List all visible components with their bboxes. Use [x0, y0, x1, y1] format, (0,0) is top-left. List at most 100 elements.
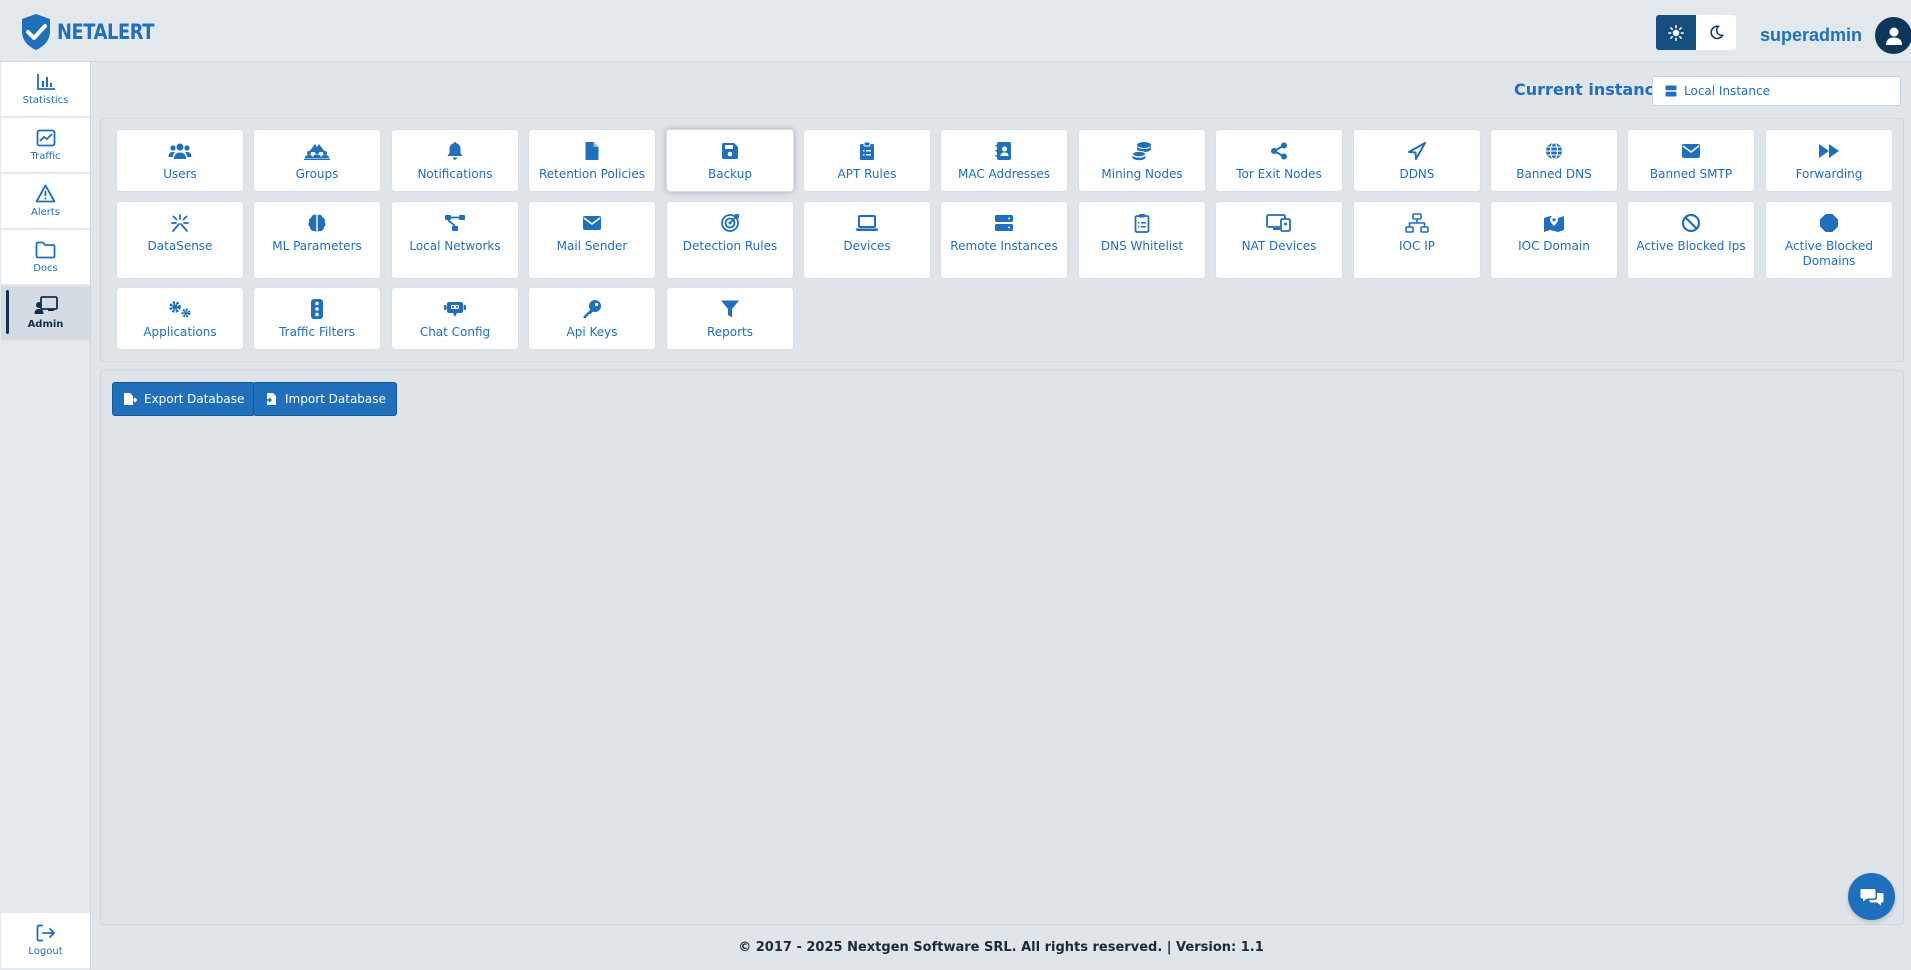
- sidebar-item-alerts[interactable]: Alerts: [1, 174, 90, 229]
- tile-api-keys[interactable]: Api Keys: [528, 287, 656, 350]
- tile-ioc-domain[interactable]: IOC Domain: [1490, 201, 1618, 279]
- tile-label: Backup: [708, 167, 752, 181]
- tile-tor-exit-nodes[interactable]: Tor Exit Nodes: [1215, 129, 1343, 192]
- address-book-icon: [995, 140, 1013, 162]
- tile-dns-whitelist[interactable]: DNS Whitelist: [1078, 201, 1206, 279]
- top-header: NETALERT superadmin: [0, 0, 1911, 62]
- export-database-button[interactable]: Export Database: [112, 382, 256, 416]
- tile-traffic-filters[interactable]: Traffic Filters: [253, 287, 381, 350]
- tile-label: Traffic Filters: [279, 325, 355, 339]
- tile-ddns[interactable]: DDNS: [1353, 129, 1481, 192]
- username: superadmin: [1760, 25, 1863, 45]
- tile-mail-sender[interactable]: Mail Sender: [528, 201, 656, 279]
- target-icon: [720, 212, 740, 234]
- sidebar-item-statistics[interactable]: Statistics: [1, 62, 90, 117]
- tile-groups[interactable]: Groups: [253, 129, 381, 192]
- dark-theme-button[interactable]: [1696, 15, 1736, 50]
- tile-label: Banned DNS: [1516, 167, 1592, 181]
- tile-retention-policies[interactable]: Retention Policies: [528, 129, 656, 192]
- ban-icon: [1681, 212, 1701, 234]
- tile-notifications[interactable]: Notifications: [391, 129, 519, 192]
- envelope-icon: [582, 212, 602, 234]
- admin-tile-panel: Users Groups Notifications Retention Polici…: [100, 118, 1904, 362]
- tile-label: IOC Domain: [1518, 239, 1590, 253]
- sidebar-item-label: Docs: [33, 262, 58, 274]
- logout-button[interactable]: Logout: [1, 913, 90, 969]
- tile-reports[interactable]: Reports: [666, 287, 794, 350]
- tile-devices[interactable]: Devices: [803, 201, 931, 279]
- tile-mac-addresses[interactable]: MAC Addresses: [940, 129, 1068, 192]
- tile-backup[interactable]: Backup: [666, 129, 794, 192]
- sidebar-item-label: Statistics: [22, 94, 69, 106]
- share-icon: [1270, 140, 1288, 162]
- sitemap-icon: [1405, 212, 1429, 234]
- tile-forwarding[interactable]: Forwarding: [1765, 129, 1893, 192]
- tile-nat-devices[interactable]: NAT Devices: [1215, 201, 1343, 279]
- bell-icon: [446, 140, 464, 162]
- comments-icon: [1860, 888, 1883, 905]
- tile-active-blocked-domains[interactable]: Active Blocked Domains: [1765, 201, 1893, 279]
- sidebar-item-label: Admin: [27, 319, 64, 330]
- tile-label: ML Parameters: [272, 239, 362, 253]
- import-database-button[interactable]: Import Database: [253, 382, 397, 416]
- tile-banned-smtp[interactable]: Banned SMTP: [1627, 129, 1755, 192]
- tile-chat-config[interactable]: Chat Config: [391, 287, 519, 350]
- warning-icon: [35, 184, 56, 203]
- chat-button[interactable]: [1848, 873, 1895, 920]
- line-chart-icon: [36, 129, 55, 146]
- groups-icon: [303, 140, 331, 162]
- tile-label: Local Networks: [409, 239, 501, 253]
- tile-label: Banned SMTP: [1649, 167, 1733, 181]
- current-instance-label: Current instance:: [1514, 80, 1672, 99]
- app-logo[interactable]: NETALERT: [19, 13, 171, 51]
- footer: © 2017 - 2025 Nextgen Software SRL. All …: [91, 925, 1911, 970]
- tile-label: Retention Policies: [538, 167, 646, 181]
- sidebar: Statistics Traffic Alerts Docs Admin Log…: [0, 62, 91, 970]
- tile-local-networks[interactable]: Local Networks: [391, 201, 519, 279]
- sidebar-item-label: Traffic: [30, 150, 61, 162]
- tile-label: Applications: [143, 325, 217, 339]
- tile-ml-parameters[interactable]: ML Parameters: [253, 201, 381, 279]
- tile-apt-rules[interactable]: APT Rules: [803, 129, 931, 192]
- tile-banned-dns[interactable]: Banned DNS: [1490, 129, 1618, 192]
- tile-users[interactable]: Users: [116, 129, 244, 192]
- theme-toggle: [1656, 15, 1736, 50]
- sidebar-item-traffic[interactable]: Traffic: [1, 118, 90, 173]
- tile-label: Mining Nodes: [1101, 167, 1183, 181]
- moon-icon: [1709, 25, 1724, 40]
- tile-label: Active Blocked Ips: [1636, 239, 1746, 253]
- sidebar-item-admin[interactable]: Admin: [1, 286, 90, 341]
- tile-datasense[interactable]: DataSense: [116, 201, 244, 279]
- tile-remote-instances[interactable]: Remote Instances: [940, 201, 1068, 279]
- network-icon: [444, 212, 466, 234]
- devices-icon: [1266, 212, 1292, 234]
- tile-label: Devices: [843, 239, 891, 253]
- admin-board-icon: [34, 296, 58, 314]
- location-arrow-icon: [1408, 140, 1426, 162]
- file-icon: [584, 140, 600, 162]
- tile-applications[interactable]: Applications: [116, 287, 244, 350]
- footer-text: © 2017 - 2025 Nextgen Software SRL. All …: [738, 940, 1264, 955]
- tile-mining-nodes[interactable]: Mining Nodes: [1078, 129, 1206, 192]
- tile-label: Tor Exit Nodes: [1236, 167, 1322, 181]
- tile-active-blocked-ips[interactable]: Active Blocked Ips: [1627, 201, 1755, 279]
- backup-content-panel: Export Database Import Database: [100, 370, 1904, 925]
- cogs-icon: [167, 298, 193, 320]
- export-label: Export Database: [144, 392, 245, 406]
- envelope-icon: [1681, 140, 1701, 162]
- instance-select[interactable]: Local Instance: [1652, 76, 1901, 106]
- sidebar-item-docs[interactable]: Docs: [1, 230, 90, 285]
- light-theme-button[interactable]: [1656, 15, 1696, 50]
- octagon-icon: [1819, 212, 1839, 234]
- user-menu[interactable]: superadmin: [1760, 17, 1911, 54]
- tile-label: NAT Devices: [1241, 239, 1317, 253]
- tile-label: IOC IP: [1399, 239, 1435, 253]
- clipboard-list-icon: [1134, 212, 1150, 234]
- tile-label: MAC Addresses: [958, 167, 1050, 181]
- tile-label: Api Keys: [566, 325, 618, 339]
- tile-ioc-ip[interactable]: IOC IP: [1353, 201, 1481, 279]
- file-import-icon: [264, 393, 276, 405]
- tile-label: DDNS: [1399, 167, 1435, 181]
- tile-detection-rules[interactable]: Detection Rules: [666, 201, 794, 279]
- globe-icon: [1545, 140, 1563, 162]
